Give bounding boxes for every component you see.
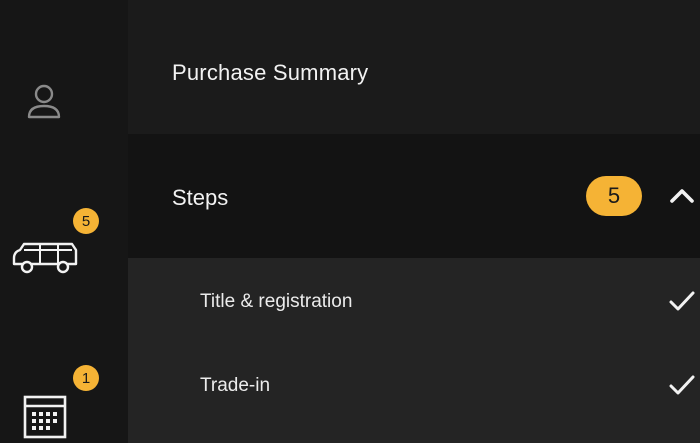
side-rail: 5 1 xyxy=(0,0,128,443)
check-icon xyxy=(669,291,695,311)
calendar-count-badge: 1 xyxy=(73,365,99,391)
step-label: Title & registration xyxy=(200,291,353,312)
step-title-registration[interactable]: Title & registration xyxy=(128,258,700,342)
steps-label: Steps xyxy=(172,185,229,210)
calendar-icon xyxy=(23,395,67,439)
steps-toggle[interactable]: Steps 5 xyxy=(128,134,700,258)
page-title: Purchase Summary xyxy=(172,60,369,85)
car-icon xyxy=(12,242,78,274)
user-icon xyxy=(27,84,61,119)
purchase-summary-panel: Purchase Summary Steps 5 Title & registr… xyxy=(128,0,700,443)
step-label: Trade-in xyxy=(200,375,271,396)
vehicle-count-badge: 5 xyxy=(73,208,99,234)
steps-list: Title & registration Trade-in xyxy=(128,258,700,443)
check-icon xyxy=(669,375,695,395)
chevron-up-icon xyxy=(670,189,694,203)
profile-button[interactable] xyxy=(24,80,64,122)
calendar-button[interactable] xyxy=(22,393,68,439)
step-trade-in[interactable]: Trade-in xyxy=(128,342,700,426)
panel-header: Purchase Summary xyxy=(128,0,700,134)
steps-count-badge: 5 xyxy=(586,176,642,216)
vehicle-button[interactable] xyxy=(8,236,82,280)
